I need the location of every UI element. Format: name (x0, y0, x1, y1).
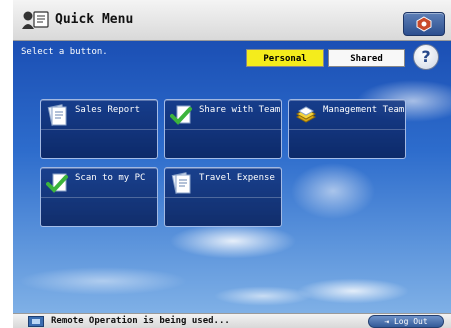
tab-shared[interactable]: Shared (328, 49, 405, 67)
quick-button-sales-report[interactable]: Sales Report (40, 99, 158, 159)
settings-icon (416, 16, 432, 32)
button-divider (165, 197, 281, 198)
title-bar: Quick Menu (13, 0, 451, 41)
quick-button-travel-expense[interactable]: Travel Expense (164, 167, 282, 227)
quick-button-management-team[interactable]: Management Team (288, 99, 406, 159)
page-title: Quick Menu (55, 12, 134, 27)
button-divider (41, 129, 157, 130)
quick-button-label: Management Team (323, 105, 405, 115)
green-check-icon (170, 105, 192, 125)
green-check-icon (46, 173, 68, 193)
quick-button-label: Scan to my PC (75, 173, 146, 183)
quick-button-label: Travel Expense (199, 173, 275, 183)
quick-menu-icon (22, 11, 49, 29)
button-divider (289, 129, 405, 130)
yellow-stack-icon (295, 106, 317, 123)
main-area: Select a button. Personal Shared ? Sales… (13, 41, 451, 313)
quick-button-share-with-team[interactable]: Share with Team (164, 99, 282, 159)
help-button[interactable]: ? (413, 44, 439, 70)
quick-button-label: Share with Team (199, 105, 281, 115)
button-divider (41, 197, 157, 198)
quick-button-label: Sales Report (75, 105, 141, 115)
quick-menu-screen: Quick Menu Select a button. Personal Sha… (13, 0, 451, 328)
status-text: Remote Operation is being used... (51, 316, 230, 326)
logout-icon: ⇥ (384, 317, 390, 326)
document-icon (47, 104, 67, 126)
button-divider (165, 129, 281, 130)
status-bar: Remote Operation is being used... ⇥ Log … (13, 313, 451, 328)
tab-personal[interactable]: Personal (246, 49, 324, 67)
logout-button[interactable]: ⇥ Log Out (368, 315, 444, 328)
monitor-icon (28, 316, 44, 327)
instruction-text: Select a button. (21, 47, 108, 57)
quick-button-scan-to-my-pc[interactable]: Scan to my PC (40, 167, 158, 227)
logout-label: Log Out (393, 317, 428, 326)
settings-button[interactable] (403, 12, 445, 36)
document-icon (171, 172, 191, 194)
